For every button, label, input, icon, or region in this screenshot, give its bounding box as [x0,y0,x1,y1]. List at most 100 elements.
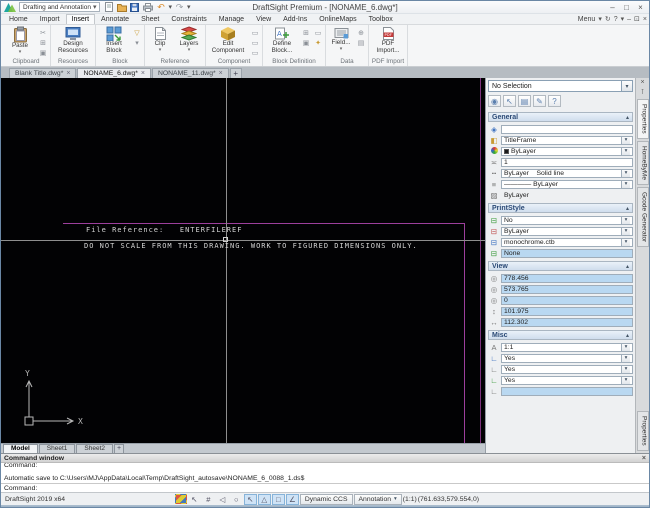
open-file-button[interactable] [116,2,127,13]
block-extra-button[interactable]: ▽ [132,28,142,37]
palette-tab-homebyme[interactable]: HomeByMe [637,141,649,185]
hyperlink-field[interactable] [501,125,633,134]
edit-component-button[interactable]: Edit Component [208,26,248,54]
dropdown-caret-icon[interactable]: ▾ [621,216,630,225]
dropdown-caret-icon[interactable]: ▾ [621,169,630,178]
menu-caret-icon[interactable]: ▾ [598,15,602,23]
grid-icon[interactable]: # [202,494,215,505]
select-entities-button[interactable]: ↖ [503,95,516,107]
sheet-tab-model[interactable]: Model [3,444,38,453]
doc-tab-blank-title[interactable]: Blank Title.dwg* × [9,68,76,78]
command-window-header[interactable]: Command window × [1,454,649,463]
sheet-tab-sheet2[interactable]: Sheet2 [76,444,113,453]
dropdown-caret-icon[interactable]: ▾ [621,354,630,363]
tab-home[interactable]: Home [3,14,34,24]
pdf-import-button[interactable]: PDF PDF Import... [371,26,405,54]
selection-icon[interactable]: □ [272,494,285,505]
layer-field[interactable]: TitleFrame ▾ [501,136,633,145]
tab-manage[interactable]: Manage [213,14,250,24]
collapse-icon[interactable]: ▴ [626,114,629,121]
lineweight-field[interactable]: ———— ByLayer ▾ [501,180,633,189]
tab-annotate[interactable]: Annotate [95,14,135,24]
doc-minimize-icon[interactable]: – [627,16,631,23]
ucs-visible-field[interactable]: Yes ▾ [501,354,633,363]
etrack-icon[interactable]: △ [258,494,271,505]
select-settings-button[interactable]: ◉ [488,95,501,107]
transparency-field[interactable]: ByLayer [501,191,633,200]
tab-add-ins[interactable]: Add-Ins [277,14,313,24]
dropdown-caret-icon[interactable]: ▾ [621,376,630,385]
printstyle-assigned-field[interactable]: None [501,249,633,258]
collapse-icon[interactable]: ▴ [626,332,629,339]
palette-pin-icon[interactable]: ⊺ [641,89,645,97]
data-link-button[interactable]: ⊕ [356,28,366,37]
print-button[interactable] [142,2,153,13]
doc-restore-icon[interactable]: ⊡ [634,15,640,23]
field-button[interactable]: Field... ▾ [328,26,354,51]
doc-tab-close-icon[interactable]: × [66,70,70,77]
new-doc-tab-button[interactable]: + [230,68,242,78]
ucs-viewport-field[interactable]: Yes ▾ [501,376,633,385]
paste-button[interactable]: Paste ▾ [4,26,36,54]
insert-block-button[interactable]: Insert Block [98,26,130,54]
annotation-scale-field[interactable]: 1:1 ▾ [501,343,633,352]
redo-dropdown-icon[interactable]: ▾ [187,3,191,11]
dynamic-ccs-button[interactable]: Dynamic CCS [300,494,353,505]
dropdown-caret-icon[interactable]: ▾ [621,136,630,145]
workspace-dropdown[interactable]: Drafting and Annotation ▾ [19,2,100,12]
coordinates-readout[interactable]: (761.633,579.554,0) [418,496,479,503]
dropdown-caret-icon[interactable]: ▾ [621,227,630,236]
section-misc[interactable]: Misc ▴ [488,330,633,340]
command-window-close-icon[interactable]: × [642,455,646,462]
print-toggle-field[interactable]: No ▾ [501,216,633,225]
collapse-icon[interactable]: ▴ [626,263,629,270]
ucs-origin-field[interactable]: Yes ▾ [501,365,633,374]
tab-onlinemaps[interactable]: OnlineMaps [313,14,362,24]
tab-constraints[interactable]: Constraints [165,14,212,24]
dropdown-caret-icon[interactable]: ▾ [621,365,630,374]
collapse-icon[interactable]: ▴ [626,205,629,212]
doc-tab-noname11[interactable]: NONAME_11.dwg* × [152,68,229,78]
minimize-button[interactable]: – [606,2,619,12]
annotation-dropdown[interactable]: Annotation ▾ [354,494,402,505]
tab-toolbox[interactable]: Toolbox [363,14,399,24]
drawing-canvas[interactable]: File Reference: ENTERFILEREF DO NOT SCAL… [1,78,485,443]
block-extra-caret-icon[interactable]: ▾ [132,38,142,47]
doc-tab-noname6[interactable]: NONAME_6.dwg* × [77,68,151,78]
dropdown-caret-icon[interactable]: ▾ [621,238,630,247]
selection-dropdown-caret-icon[interactable]: ▾ [622,80,633,92]
layers-button[interactable]: Layers ▾ [175,26,203,52]
tab-sheet[interactable]: Sheet [135,14,165,24]
linescale-field[interactable]: 1 [501,158,633,167]
palette-tab-properties[interactable]: Properties [637,99,649,139]
maximize-button[interactable]: □ [620,2,633,12]
sheet-tab-sheet1[interactable]: Sheet1 [39,444,76,453]
undo-dropdown-icon[interactable]: ▾ [168,3,172,11]
linecolor-field[interactable]: ByLayer ▾ [501,147,633,156]
tab-insert[interactable]: Insert [66,14,96,24]
refresh-icon[interactable]: ↻ [605,15,611,23]
component-tool-2-button[interactable]: ▭ [250,38,260,47]
linestyle-field[interactable]: ByLayer Solid line ▾ [501,169,633,178]
section-general[interactable]: General ▴ [488,112,633,122]
esnap-icon[interactable]: ↖ [244,494,257,505]
clip-button[interactable]: Clip ▾ [147,26,173,52]
dropdown-caret-icon[interactable]: ▾ [621,147,630,156]
copy-button[interactable]: ⊞ [38,38,48,47]
selection-dropdown[interactable]: No Selection [488,80,622,92]
blockdef-tool-1-button[interactable]: ⊞ [301,28,311,37]
printstyle-field[interactable]: ByLayer ▾ [501,227,633,236]
command-input[interactable]: Command: [1,483,649,492]
pointer-icon[interactable]: ↖ [188,494,201,505]
blockdef-tool-2-button[interactable]: ▣ [301,38,311,47]
palette-tab-properties-bottom[interactable]: Properties [637,411,649,451]
undo-button[interactable]: ↶ [155,2,166,13]
section-printstyle[interactable]: PrintStyle ▴ [488,203,633,213]
help-icon[interactable]: ? [614,16,618,23]
copy-with-reference-button[interactable]: ▣ [38,48,48,57]
tab-view[interactable]: View [250,14,277,24]
design-resources-button[interactable]: Design Resources [53,26,93,54]
section-view[interactable]: View ▴ [488,261,633,271]
redo-button[interactable]: ↷ [174,2,185,13]
layer-color-icon[interactable]: ▦ [175,494,187,504]
